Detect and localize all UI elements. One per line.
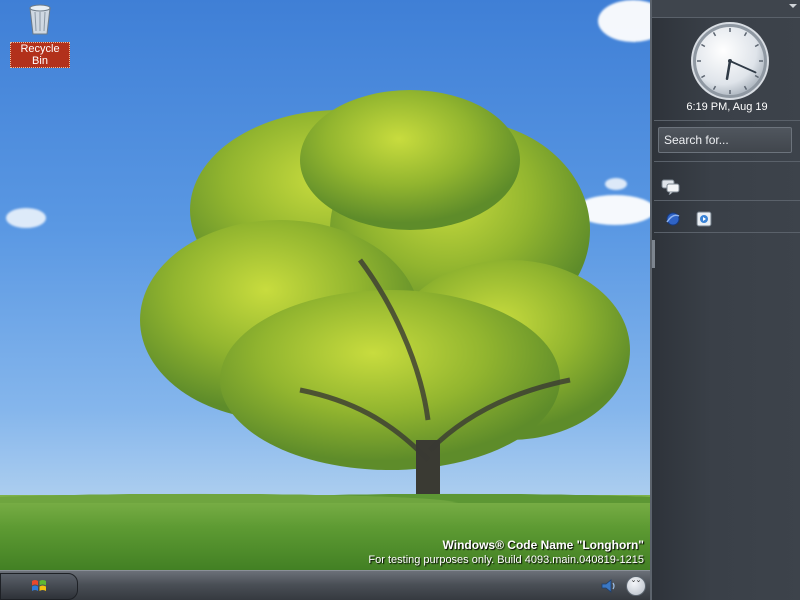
analog-clock (691, 22, 769, 100)
cloud (598, 0, 650, 42)
divider (654, 200, 800, 201)
watermark-subtitle: For testing purposes only. Build 4093.ma… (368, 554, 644, 566)
search-input[interactable]: Search for... (658, 127, 792, 153)
taskbar (0, 570, 650, 600)
build-watermark: Windows® Code Name "Longhorn" For testin… (368, 538, 644, 566)
desktop-background: Recycle Bin Windows® Code Name "Longhorn… (0, 0, 650, 570)
sidebar-header (652, 0, 800, 18)
messenger-icon[interactable] (661, 179, 681, 195)
watermark-title: Windows® Code Name "Longhorn" (442, 538, 644, 552)
volume-icon[interactable] (600, 577, 618, 595)
sidebar: 6:19 PM, Aug 19 Search for... (650, 0, 800, 600)
divider (654, 161, 800, 162)
sidebar-scroll-handle[interactable] (652, 240, 655, 268)
divider (654, 232, 800, 233)
desktop-icon-label: Recycle Bin (10, 42, 70, 68)
clock-time-label: 6:19 PM, Aug 19 (686, 101, 768, 113)
divider (654, 120, 800, 121)
tile-icon-row (664, 208, 721, 228)
cloud (6, 208, 46, 228)
start-button[interactable] (0, 573, 78, 600)
network-icon[interactable] (664, 210, 682, 228)
sidebar-menu-icon[interactable] (789, 4, 797, 8)
tree-illustration (140, 90, 630, 540)
media-icon[interactable] (695, 210, 713, 228)
desktop-icon-recycle-bin[interactable]: Recycle Bin (10, 2, 70, 68)
expand-tray-icon[interactable]: ˇˇ (626, 576, 646, 596)
recycle-bin-icon (29, 4, 51, 35)
clock-tile[interactable] (690, 21, 770, 101)
windows-flag-icon (32, 580, 46, 591)
